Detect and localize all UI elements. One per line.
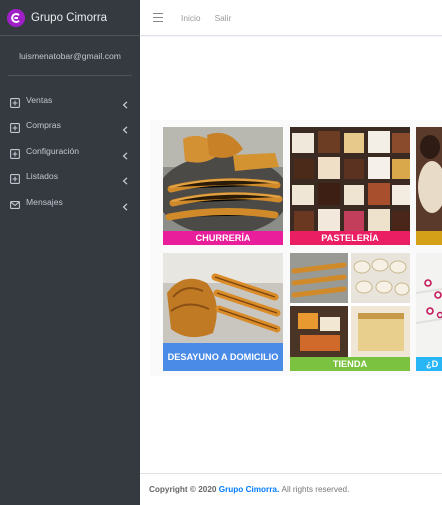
- category-tile-partial-2[interactable]: ¿D: [416, 253, 442, 371]
- chevron-left-icon: [122, 121, 128, 134]
- category-tile-pasteleria[interactable]: PASTELERÍA: [290, 127, 410, 245]
- category-caption: PASTELERÍA: [290, 231, 410, 245]
- user-panel: luismenatobar@gmail.com: [8, 36, 132, 76]
- sidebar-item-mensajes[interactable]: Mensajes: [0, 189, 140, 215]
- category-caption: DESAYUNO A DOMICILIO: [163, 343, 283, 371]
- top-navbar: Inicio Salir: [140, 0, 442, 36]
- sidebar-item-label: Ventas: [26, 94, 53, 105]
- map-photo: [416, 253, 442, 357]
- breakfast-photo: [163, 253, 283, 343]
- hamburger-icon[interactable]: [153, 13, 163, 22]
- chevron-left-icon: [122, 198, 128, 211]
- churros-photo: [163, 127, 283, 231]
- sidebar-item-compras[interactable]: Compras: [0, 113, 140, 139]
- sidebar: Grupo Cimorra luismenatobar@gmail.com Ve…: [0, 0, 140, 505]
- sidebar-item-label: Mensajes: [26, 196, 63, 207]
- category-photo: [416, 127, 442, 231]
- envelope-icon: [10, 197, 20, 209]
- sidebar-item-label: Compras: [26, 120, 61, 131]
- chevron-left-icon: [122, 96, 128, 109]
- footer-company-link[interactable]: Grupo Cimorra.: [219, 485, 280, 494]
- main-content: CHURRERÍA PASTELERÍA DESAYUNO A DOMICILI…: [140, 37, 442, 473]
- category-caption: TIENDA: [290, 357, 410, 371]
- sidebar-item-listados[interactable]: Listados: [0, 164, 140, 190]
- user-email[interactable]: luismenatobar@gmail.com: [19, 51, 121, 61]
- category-tile-churreria[interactable]: CHURRERÍA: [163, 127, 283, 245]
- plus-square-icon: [10, 146, 20, 159]
- pastries-photo: [290, 127, 410, 231]
- brand-name: Grupo Cimorra: [31, 11, 108, 24]
- cimorra-logo-icon: [7, 8, 25, 27]
- plus-square-icon: [10, 120, 20, 134]
- sidebar-item-label: Listados: [26, 171, 59, 182]
- sidebar-nav: Ventas Compras Configuración Listados Me…: [0, 87, 140, 215]
- shop-collage-photo: [290, 253, 410, 357]
- category-tile-partial-1[interactable]: [416, 127, 442, 245]
- category-tile-tienda[interactable]: TIENDA: [290, 253, 410, 371]
- footer-rights: All rights reserved.: [281, 485, 350, 494]
- nav-link-salir[interactable]: Salir: [215, 13, 232, 23]
- brand-link[interactable]: Grupo Cimorra: [0, 0, 140, 36]
- nav-link-inicio[interactable]: Inicio: [181, 13, 201, 23]
- sidebar-item-label: Configuración: [26, 145, 80, 156]
- plus-square-icon: [10, 171, 20, 185]
- chevron-left-icon: [122, 147, 128, 160]
- category-caption: [416, 231, 442, 245]
- footer: Copyright © 2020 Grupo Cimorra. All righ…: [140, 473, 442, 505]
- chevron-left-icon: [122, 172, 128, 185]
- category-caption: ¿D: [416, 357, 442, 371]
- category-tile-desayuno[interactable]: DESAYUNO A DOMICILIO: [163, 253, 283, 371]
- footer-copyright: Copyright © 2020: [149, 485, 217, 494]
- category-caption: CHURRERÍA: [163, 231, 283, 245]
- plus-square-icon: [10, 95, 20, 108]
- sidebar-item-ventas[interactable]: Ventas: [0, 87, 140, 113]
- category-gallery: CHURRERÍA PASTELERÍA DESAYUNO A DOMICILI…: [150, 120, 442, 376]
- sidebar-item-configuracion[interactable]: Configuración: [0, 138, 140, 164]
